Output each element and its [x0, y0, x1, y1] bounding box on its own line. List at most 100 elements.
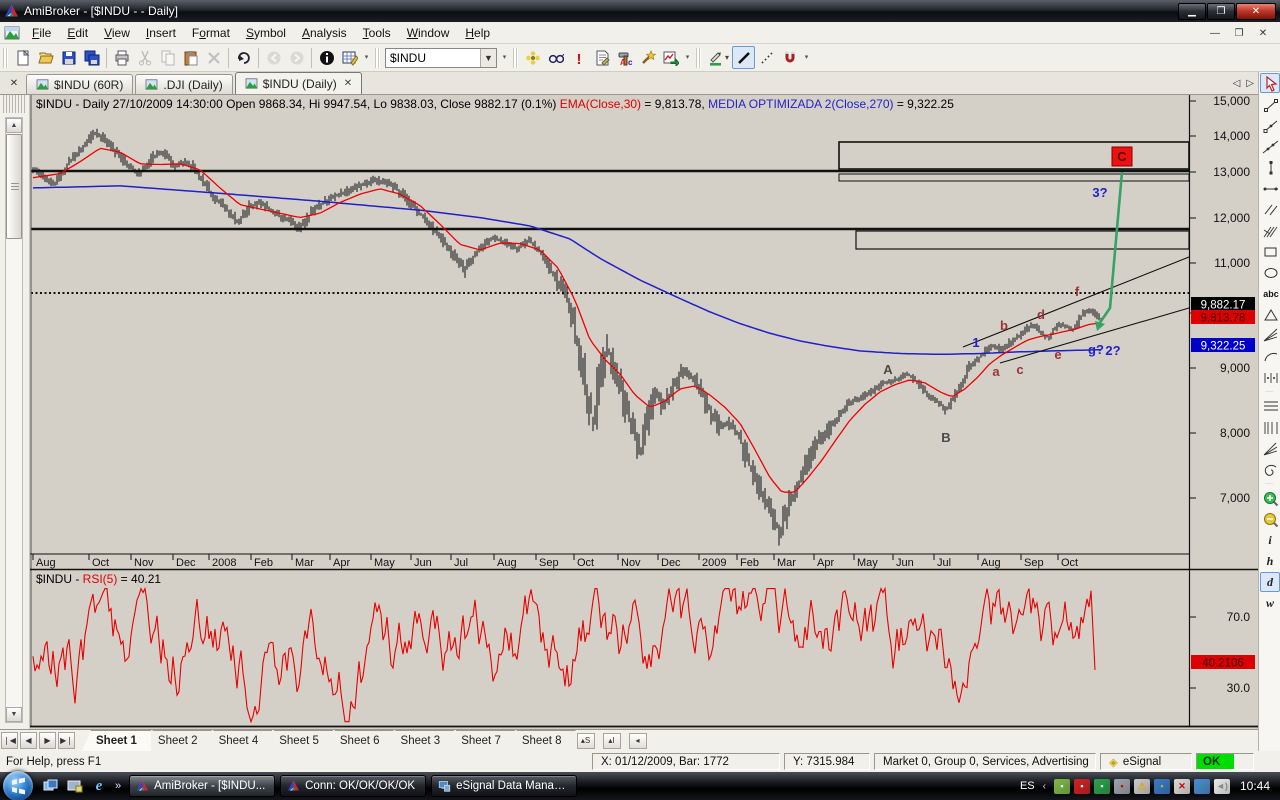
horizontal-line-tool-button[interactable] [1260, 178, 1280, 198]
mdi-minimize-button[interactable]: — [1204, 25, 1226, 41]
toolbar-overflow-icon[interactable]: ▾ [801, 47, 812, 69]
tray-phone-blocked-icon[interactable]: ▪ [1114, 779, 1130, 794]
toolbar-overflow-icon[interactable]: ▾ [682, 47, 693, 69]
quick-launch-switcher-icon[interactable] [41, 776, 61, 796]
toolbar-grip[interactable] [696, 48, 701, 68]
chart-canvas[interactable]: CAB1abcdefg?2?3?AugOctNovDec2008FebMarAp… [30, 95, 1258, 729]
tab-scroll-right-icon[interactable]: ▷ [1246, 78, 1254, 89]
sheet-tab-sheet-4[interactable]: Sheet 4 [205, 730, 273, 751]
text-abc-tool-button[interactable]: abc [1260, 283, 1280, 303]
wave-label-1[interactable]: 1 [972, 335, 979, 350]
combobox-dropdown-icon[interactable]: ▼ [480, 49, 496, 67]
title-bar[interactable]: AmiBroker - [$INDU - - Daily] ▁ ❐ ✕ [0, 0, 1280, 22]
scroll-up-icon[interactable]: ▲ [6, 118, 22, 133]
wave-label-f[interactable]: f [1075, 284, 1080, 299]
back-button[interactable] [262, 46, 285, 69]
undo-button[interactable] [232, 46, 255, 69]
wave-label-B[interactable]: B [941, 430, 950, 445]
wave-label-d[interactable]: d [1037, 307, 1045, 322]
panel-grip[interactable] [3, 95, 25, 113]
toolbar-overflow-icon[interactable]: ▾ [361, 47, 372, 69]
menu-window[interactable]: Window [399, 23, 458, 43]
scroll-down-icon[interactable]: ▼ [6, 707, 22, 722]
wave-label-g[interactable]: g? [1088, 342, 1104, 357]
pointer-tool-button[interactable] [1260, 73, 1280, 93]
quick-launch-ie-icon[interactable]: e [89, 776, 109, 796]
edit-table-button[interactable] [338, 46, 361, 69]
tray-app-green-icon[interactable]: ▪ [1054, 779, 1070, 794]
tray-power-plug-x-icon[interactable]: ✕ [1174, 779, 1190, 794]
mdi-restore-button[interactable]: ❐ [1228, 25, 1250, 41]
taskbar-button-amibroker-indu-[interactable]: AmiBroker - [$INDU... [129, 775, 275, 797]
toolbar-grip[interactable] [3, 48, 8, 68]
taskbar-button-esignal-data-manager[interactable]: eSignal Data Manager [431, 775, 577, 797]
trendline-button[interactable] [732, 46, 755, 69]
tab-scroll-left-icon[interactable]: ◁ [1233, 78, 1241, 89]
afl-editor-button[interactable]: Ac [613, 46, 636, 69]
taskbar-button-conn-ok-ok-ok-ok[interactable]: Conn: OK/OK/OK/OK [280, 775, 426, 797]
scan-button[interactable]: ! [567, 46, 590, 69]
fib-levels-tool-button[interactable] [1260, 396, 1280, 416]
menu-insert[interactable]: Insert [138, 23, 184, 43]
menu-format[interactable]: Format [184, 23, 238, 43]
toolbar-overflow-icon[interactable]: ▾ [499, 47, 510, 69]
wave-label-3[interactable]: 3? [1092, 185, 1107, 200]
pitchfork-tool-button[interactable] [1260, 220, 1280, 240]
line-color-dropdown-icon[interactable]: ▾ [725, 53, 729, 62]
new-button[interactable] [11, 46, 34, 69]
mdi-close-button[interactable]: ✕ [1252, 25, 1274, 41]
tray-net-monitor-icon[interactable]: ▪ [1094, 779, 1110, 794]
wave-label-c[interactable]: c [1016, 362, 1023, 377]
interval-i-tool-button[interactable]: i [1260, 530, 1280, 550]
sheet-tab-sheet-3[interactable]: Sheet 3 [387, 730, 455, 751]
arc-tool-button[interactable] [1260, 346, 1280, 366]
sheet-tab-sheet-7[interactable]: Sheet 7 [447, 730, 515, 751]
toolbar-grip[interactable] [513, 48, 518, 68]
tray-network-globe-icon[interactable]: ▪ [1194, 779, 1210, 794]
print-button[interactable] [110, 46, 133, 69]
tray-chevron-icon[interactable]: ‹ [1043, 781, 1046, 792]
wave-label-e[interactable]: e [1054, 347, 1061, 362]
restore-button[interactable]: ❐ [1207, 3, 1235, 20]
triangle-tool-button[interactable] [1260, 304, 1280, 324]
paste-button[interactable] [179, 46, 202, 69]
ellipse-tool-button[interactable] [1260, 262, 1280, 282]
save-all-button[interactable] [80, 46, 103, 69]
commentary-button[interactable] [590, 46, 613, 69]
open-button[interactable] [34, 46, 57, 69]
zoom-out-tool-button[interactable] [1260, 509, 1280, 529]
interval-d-tool-button[interactable]: d [1260, 572, 1280, 592]
start-button[interactable] [3, 771, 33, 800]
vertical-scrollbar[interactable]: ▲ ▼ [5, 117, 23, 723]
parallel-lines-tool-button[interactable] [1260, 199, 1280, 219]
quick-launch-overflow-icon[interactable]: » [115, 780, 121, 792]
wave-label-a[interactable]: a [992, 364, 1000, 379]
line-color-button[interactable] [704, 46, 727, 69]
menu-view[interactable]: View [96, 23, 138, 43]
speed-lines-tool-button[interactable] [1260, 325, 1280, 345]
cycle-lines-tool-button[interactable] [1260, 367, 1280, 387]
sheet-tab-sheet-5[interactable]: Sheet 5 [265, 730, 333, 751]
minimize-button[interactable]: ▁ [1178, 3, 1206, 20]
tray-picture-icon[interactable]: ▪ [1154, 779, 1170, 794]
tray-ati-red-icon[interactable]: ▪ [1074, 779, 1090, 794]
wave-label-b[interactable]: b [1000, 318, 1008, 333]
sheet-last-button[interactable]: ▶❘ [58, 732, 75, 749]
chart-export-button[interactable] [659, 46, 682, 69]
close-pane-icon[interactable]: ✕ [6, 75, 22, 91]
sheet-tab-sheet-1[interactable]: Sheet 1 [82, 730, 151, 751]
toolbar-grip[interactable] [375, 48, 380, 68]
menu-help[interactable]: Help [457, 23, 498, 43]
sheet-mini-button[interactable]: ▴I [603, 733, 621, 749]
menu-edit[interactable]: Edit [59, 23, 96, 43]
info-button[interactable] [315, 46, 338, 69]
sheet-scroll-left-button[interactable]: ◂ [629, 733, 647, 749]
sheet-mini-button[interactable]: ▴S [577, 733, 595, 749]
fib-fan-tool-button[interactable] [1260, 438, 1280, 458]
sheet-tab-sheet-2[interactable]: Sheet 2 [144, 730, 212, 751]
sheet-first-button[interactable]: ❘◀ [1, 732, 18, 749]
sheet-tab-sheet-6[interactable]: Sheet 6 [326, 730, 394, 751]
tray-speaker-icon[interactable]: ◄) [1214, 779, 1230, 794]
symbol-combobox[interactable]: $INDU▼ [385, 48, 497, 68]
sheet-prev-button[interactable]: ◀ [20, 732, 37, 749]
